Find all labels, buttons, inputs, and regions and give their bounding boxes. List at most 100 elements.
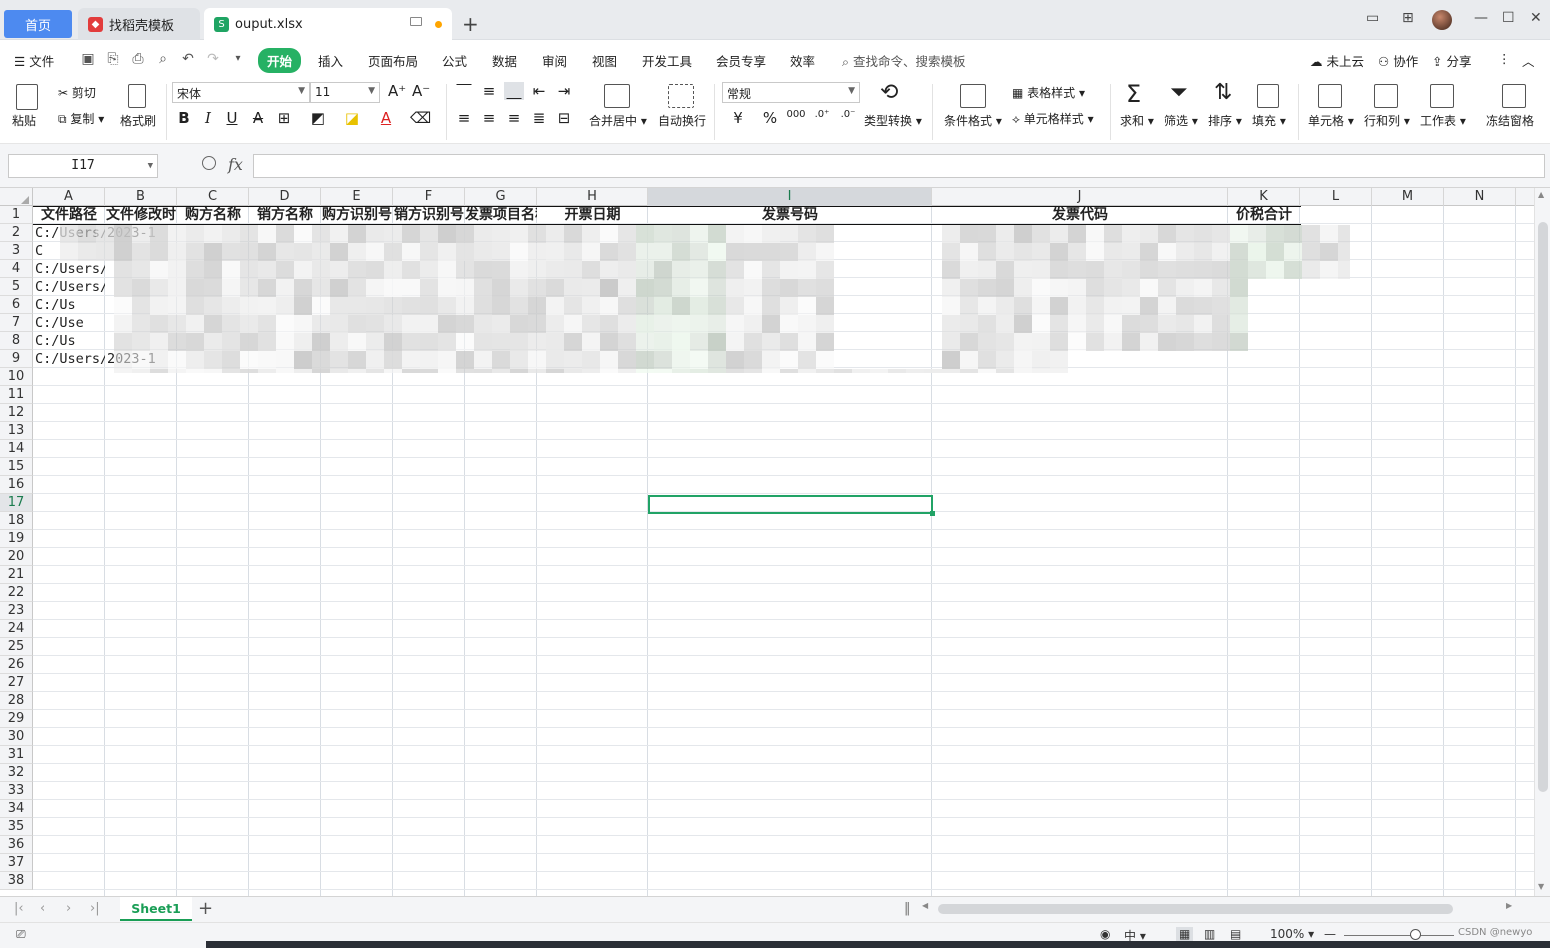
scroll-left-icon[interactable]: ◀: [922, 901, 928, 910]
cell-b8[interactable]: [105, 332, 177, 350]
menu-formulas[interactable]: 公式: [442, 51, 467, 70]
sum-button[interactable]: 求和 ▾: [1120, 112, 1154, 129]
italic-icon[interactable]: I: [198, 109, 218, 127]
menu-review[interactable]: 审阅: [542, 51, 567, 70]
sum-icon[interactable]: Σ: [1126, 80, 1141, 108]
row-header-6[interactable]: 6: [0, 296, 33, 314]
row-header-2[interactable]: 2: [0, 224, 33, 242]
merge-center-button[interactable]: 合并居中 ▾: [589, 112, 647, 129]
scroll-up-icon[interactable]: ▲: [1538, 190, 1544, 199]
format-painter-icon[interactable]: [128, 84, 146, 108]
sort-button[interactable]: 排序 ▾: [1208, 112, 1242, 129]
collaborate-button[interactable]: ⚇ 协作: [1378, 51, 1418, 70]
row-column-button[interactable]: 行和列 ▾: [1364, 112, 1410, 129]
increase-font-icon[interactable]: A⁺: [388, 82, 406, 100]
row-header-16[interactable]: 16: [0, 476, 33, 494]
horizontal-scroll-thumb[interactable]: [938, 904, 1453, 914]
row-header-34[interactable]: 34: [0, 800, 33, 818]
customize-chevron-icon[interactable]: ▾: [230, 51, 246, 67]
select-all-corner[interactable]: [0, 188, 33, 206]
row-header-32[interactable]: 32: [0, 764, 33, 782]
row-header-29[interactable]: 29: [0, 710, 33, 728]
fx-icon[interactable]: fx: [228, 155, 243, 174]
eye-protection-icon[interactable]: ◉: [1100, 927, 1110, 941]
column-header-d[interactable]: D: [249, 188, 321, 206]
collapse-ribbon-icon[interactable]: ︿: [1522, 51, 1535, 70]
row-header-13[interactable]: 13: [0, 422, 33, 440]
cell-b4[interactable]: [105, 260, 177, 278]
column-header-g[interactable]: G: [465, 188, 537, 206]
number-format-select[interactable]: 常规 ▼: [722, 82, 860, 103]
thousands-icon[interactable]: 000: [786, 109, 806, 120]
row-header-20[interactable]: 20: [0, 548, 33, 566]
column-header-a[interactable]: A: [33, 188, 105, 206]
conditional-format-button[interactable]: 条件格式 ▾: [944, 112, 1002, 129]
percent-icon[interactable]: %: [760, 109, 780, 127]
align-top-icon[interactable]: ⎺: [454, 82, 474, 100]
type-convert-button[interactable]: 类型转换 ▾: [864, 112, 922, 129]
row-header-17[interactable]: 17: [0, 494, 33, 512]
row-header-8[interactable]: 8: [0, 332, 33, 350]
row-header-4[interactable]: 4: [0, 260, 33, 278]
row-header-22[interactable]: 22: [0, 584, 33, 602]
file-menu[interactable]: ☰ 文件: [14, 51, 54, 70]
vertical-scrollbar[interactable]: ▲ ▼: [1534, 188, 1550, 896]
zoom-select[interactable]: 100% ▾: [1270, 927, 1314, 941]
cell-b7[interactable]: [105, 314, 177, 332]
freeze-panes-button[interactable]: 冻结窗格: [1486, 112, 1534, 129]
next-sheet-icon[interactable]: ›: [66, 901, 71, 916]
first-sheet-icon[interactable]: |‹: [14, 901, 24, 916]
column-header-e[interactable]: E: [321, 188, 393, 206]
borders-icon[interactable]: ⊞: [274, 109, 294, 127]
header-cell-d[interactable]: 销方名称: [249, 206, 321, 224]
scroll-right-icon[interactable]: ▶: [1506, 901, 1512, 910]
minimize-icon[interactable]: —: [1474, 10, 1488, 26]
row-column-icon[interactable]: [1374, 84, 1398, 108]
print-icon[interactable]: ⎙: [130, 51, 146, 67]
row-header-15[interactable]: 15: [0, 458, 33, 476]
freeze-panes-icon[interactable]: [1502, 84, 1526, 108]
sheet-tab-sheet1[interactable]: Sheet1: [120, 897, 192, 921]
row-header-27[interactable]: 27: [0, 674, 33, 692]
tab-file[interactable]: S ouput.xlsx: [204, 8, 452, 40]
cell-b9[interactable]: 2023-1: [105, 350, 177, 368]
bold-icon[interactable]: B: [174, 109, 194, 127]
paste-button[interactable]: 粘贴: [12, 112, 36, 129]
font-name-select[interactable]: 宋体 ▼: [172, 82, 310, 103]
cell-style-button[interactable]: ⟡ 单元格样式 ▾: [1012, 110, 1094, 127]
header-cell-c[interactable]: 购方名称: [177, 206, 249, 224]
header-cell-k[interactable]: 价税合计: [1228, 206, 1300, 224]
strikethrough-icon[interactable]: A: [248, 109, 268, 127]
sort-icon[interactable]: ⇅: [1214, 80, 1232, 105]
avatar[interactable]: [1432, 10, 1452, 30]
cell-b3[interactable]: [105, 242, 177, 260]
copy-button[interactable]: ⧉ 复制 ▾: [58, 110, 104, 127]
indent-decrease-icon[interactable]: ⇤: [529, 82, 549, 100]
cell-button[interactable]: 单元格 ▾: [1308, 112, 1354, 129]
sheet-grid[interactable]: ABCDEFGHIJKLMN 1 2 3 4 5 6 7 8 9 10 11 12 13 14 15 16 17…: [0, 188, 1534, 896]
menu-member[interactable]: 会员专享: [716, 51, 766, 70]
filter-button[interactable]: 筛选 ▾: [1164, 112, 1198, 129]
undo-icon[interactable]: ↶: [180, 51, 196, 67]
new-tab-icon[interactable]: +: [462, 12, 479, 36]
row-header-5[interactable]: 5: [0, 278, 33, 296]
vertical-scroll-thumb[interactable]: [1538, 222, 1548, 792]
horizontal-scrollbar[interactable]: ◀ ▶: [920, 901, 1518, 915]
column-header-n[interactable]: N: [1444, 188, 1516, 206]
row-header-11[interactable]: 11: [0, 386, 33, 404]
fill-button[interactable]: 填充 ▾: [1252, 112, 1286, 129]
column-header-k[interactable]: K: [1228, 188, 1300, 206]
share-button[interactable]: ⇪ 分享: [1432, 51, 1471, 70]
save-icon[interactable]: ▣: [80, 51, 96, 67]
font-size-select[interactable]: 11 ▼: [310, 82, 380, 103]
increase-decimal-icon[interactable]: .0⁺: [812, 109, 832, 120]
zoom-icon[interactable]: [202, 156, 216, 170]
print-preview-icon[interactable]: ⌕: [155, 51, 171, 67]
menu-page-layout[interactable]: 页面布局: [368, 51, 418, 70]
cloud-status[interactable]: ☁ 未上云: [1310, 51, 1364, 70]
header-cell-f[interactable]: 销方识别号: [393, 206, 465, 224]
name-box[interactable]: I17 ▼: [8, 154, 158, 178]
selected-cell[interactable]: [648, 495, 935, 516]
align-bottom-icon[interactable]: ⎽: [504, 82, 524, 100]
row-header-7[interactable]: 7: [0, 314, 33, 332]
